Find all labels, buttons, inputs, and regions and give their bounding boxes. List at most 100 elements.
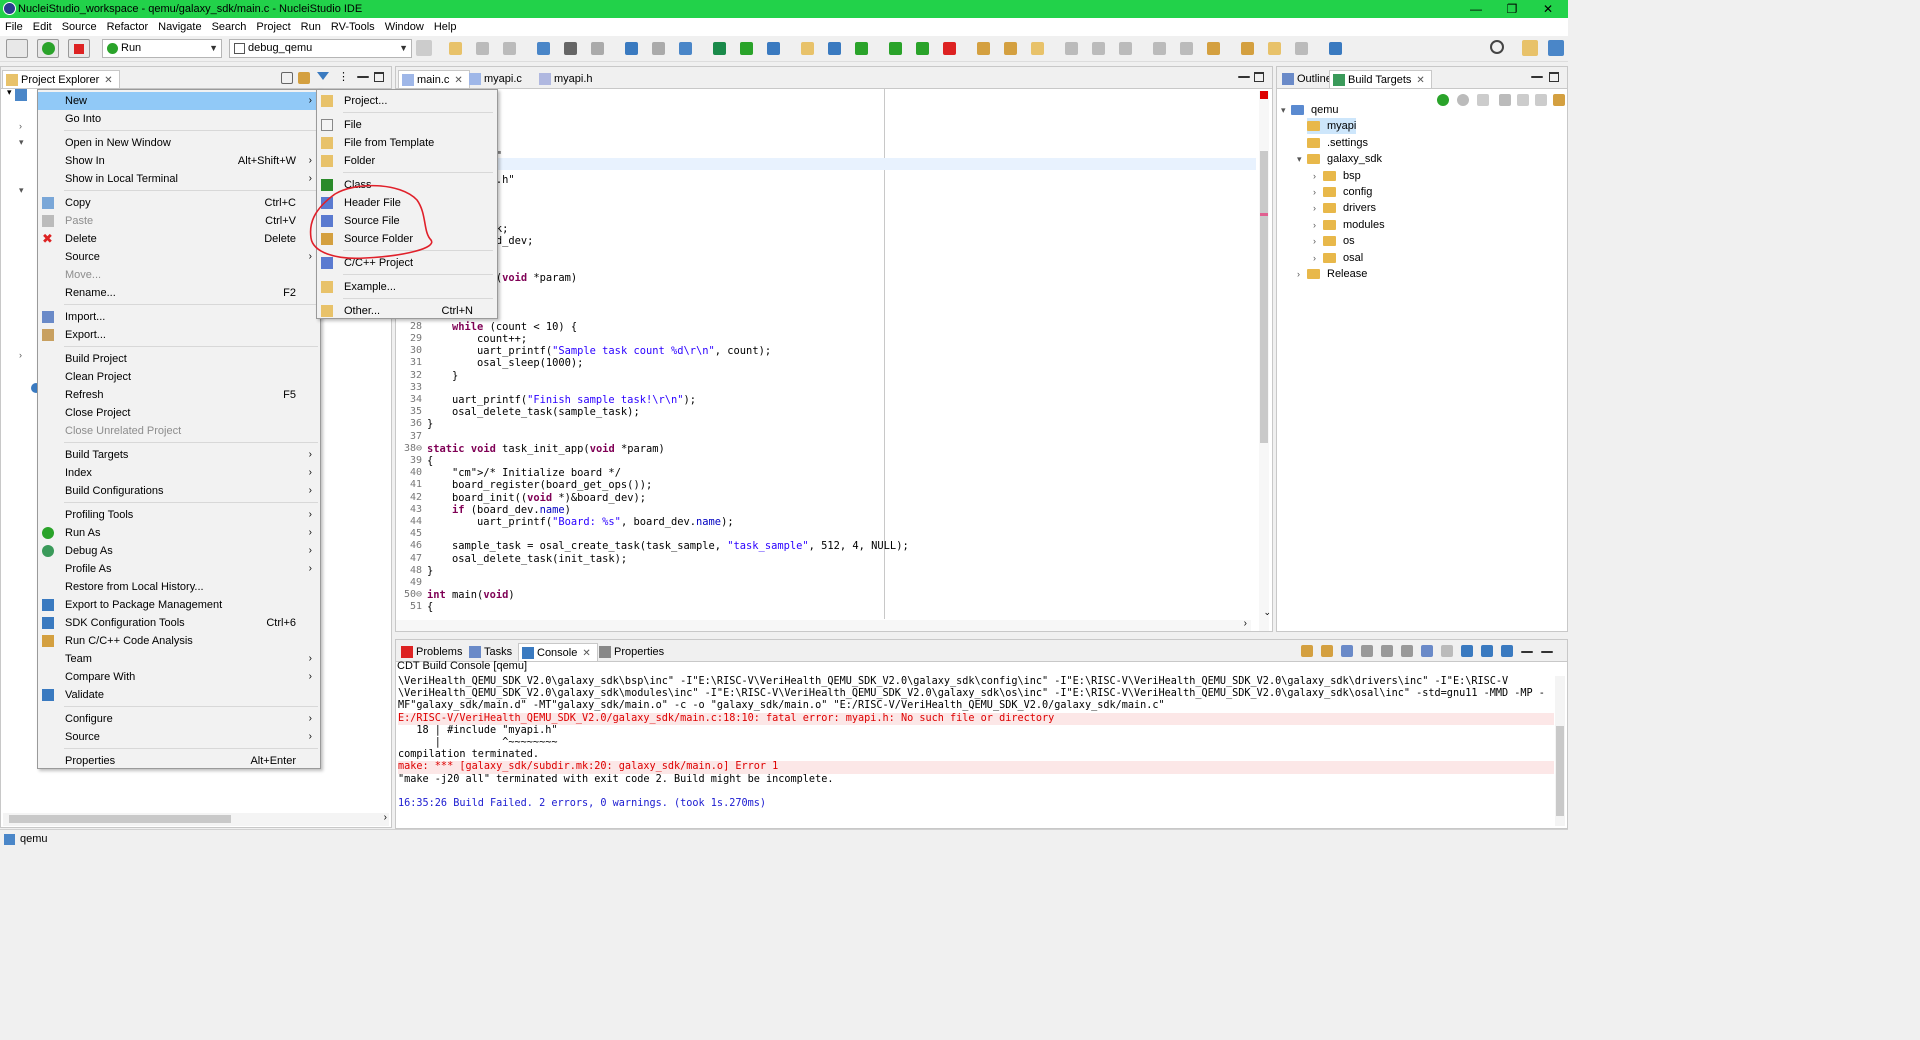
tree-node-qemu[interactable]: ▾ qemu [1281, 102, 1339, 118]
close-icon[interactable]: ✕ [582, 648, 590, 659]
build-target-icon[interactable] [1437, 94, 1449, 106]
tree-expander-icon[interactable]: › [1297, 266, 1300, 282]
tab-outline[interactable]: Outline [1279, 70, 1332, 88]
toolbar-action-icon[interactable] [1295, 42, 1308, 55]
tree-node-bsp[interactable]: › bsp [1313, 168, 1361, 184]
launch-config-select[interactable]: debug_qemu ▼ [229, 39, 412, 58]
toolbar-action-icon[interactable] [1180, 42, 1193, 55]
minimize-button[interactable]: — [1458, 0, 1494, 18]
toolbar-action-icon[interactable] [977, 42, 990, 55]
tree-expander-icon[interactable]: › [1313, 168, 1316, 184]
toolbar-action-icon[interactable] [449, 42, 462, 55]
maximize-view-icon[interactable] [1254, 72, 1264, 82]
menu-item-properties[interactable]: Properties Alt+Enter [38, 752, 320, 770]
maximize-view-icon[interactable] [374, 72, 384, 82]
tree-node-release[interactable]: › Release [1297, 266, 1367, 282]
tree-expander[interactable]: › [19, 121, 22, 131]
build-icon[interactable] [1553, 94, 1565, 106]
filter-icon[interactable] [317, 72, 329, 80]
menu-item-validate[interactable]: Validate [38, 686, 320, 704]
toolbar-action-icon[interactable] [828, 42, 841, 55]
toolbar-action-icon[interactable] [943, 42, 956, 55]
menu-item-new[interactable]: New › [38, 92, 320, 110]
console-action-icon[interactable] [1361, 645, 1373, 657]
toolbar-action-icon[interactable] [916, 42, 929, 55]
restore-button[interactable]: ❐ [1494, 0, 1530, 18]
menu-item-index[interactable]: Index › [38, 464, 320, 482]
toolbar-action-icon[interactable] [564, 42, 577, 55]
menu-item-export[interactable]: Export... [38, 326, 320, 344]
toolbar-action-icon[interactable] [1241, 42, 1254, 55]
menu-project[interactable]: Project [256, 21, 290, 33]
menu-edit[interactable]: Edit [33, 21, 52, 33]
tree-node-osal[interactable]: › osal [1313, 250, 1363, 266]
horizontal-scrollbar[interactable]: › [3, 812, 389, 826]
menu-item-source[interactable]: Source › [38, 248, 320, 266]
menu-item-refresh[interactable]: Refresh F5 [38, 386, 320, 404]
menu-item-copy[interactable]: Copy Ctrl+C [38, 194, 320, 212]
tree-node--settings[interactable]: .settings [1307, 135, 1368, 151]
build-target-icon[interactable] [1457, 94, 1469, 106]
tree-expander[interactable]: ▾ [19, 185, 24, 196]
code-area[interactable]: 8 */dint.h>_conf.h"_init.h"o.h"rt_printf… [396, 89, 1256, 619]
tree-node-drivers[interactable]: › drivers [1313, 200, 1376, 216]
toolbar-action-icon[interactable] [1207, 42, 1220, 55]
tab-project-explorer[interactable]: Project Explorer ✕ [2, 70, 120, 88]
menu-item-build-project[interactable]: Build Project [38, 350, 320, 368]
menu-item-example[interactable]: Example... [317, 278, 497, 296]
menu-item-profile-as[interactable]: Profile As › [38, 560, 320, 578]
console-action-icon[interactable] [1381, 645, 1393, 657]
menu-item-other[interactable]: Other... Ctrl+N [317, 302, 497, 320]
toolbar-action-icon[interactable] [889, 42, 902, 55]
menu-item-build-targets[interactable]: Build Targets › [38, 446, 320, 464]
menu-item-rename[interactable]: Rename... F2 [38, 284, 320, 302]
menu-item-debug-as[interactable]: Debug As › [38, 542, 320, 560]
menu-item-compare-with[interactable]: Compare With › [38, 668, 320, 686]
tree-expander-icon[interactable]: ▾ [1281, 102, 1286, 118]
search-icon[interactable] [1490, 40, 1504, 54]
menu-item-open-in-new-window[interactable]: Open in New Window [38, 134, 320, 152]
toolbar-action-icon[interactable] [679, 42, 692, 55]
close-icon[interactable]: ✕ [104, 75, 112, 86]
menu-item-show-in[interactable]: Show In Alt+Shift+W › [38, 152, 320, 170]
menu-item-team[interactable]: Team › [38, 650, 320, 668]
home-icon[interactable] [1499, 94, 1511, 106]
console-scrollbar[interactable] [1555, 676, 1565, 826]
minimize-view-icon[interactable] [357, 76, 369, 78]
toolbar-action-icon[interactable] [652, 42, 665, 55]
tree-expander-icon[interactable]: ▾ [1297, 151, 1302, 167]
console-action-icon[interactable] [1541, 651, 1553, 653]
menu-rv-tools[interactable]: RV-Tools [331, 21, 375, 33]
menu-item-configure[interactable]: Configure › [38, 710, 320, 728]
tab-myapi-c[interactable]: myapi.c [466, 70, 522, 88]
tab-main-c[interactable]: main.c ✕ [398, 70, 470, 88]
tab-myapi-h[interactable]: myapi.h [536, 70, 593, 88]
tree-node-os[interactable]: › os [1313, 233, 1355, 249]
console-action-icon[interactable] [1461, 645, 1473, 657]
menu-item-run-as[interactable]: Run As › [38, 524, 320, 542]
perspective-icon[interactable] [1522, 40, 1538, 56]
new-target-icon[interactable] [1477, 94, 1489, 106]
forward-icon[interactable] [1535, 94, 1547, 106]
console-action-icon[interactable] [1481, 645, 1493, 657]
tree-node-galaxy-sdk[interactable]: ▾ galaxy_sdk [1297, 151, 1382, 167]
console-action-icon[interactable] [1521, 651, 1533, 653]
maximize-view-icon[interactable] [1549, 72, 1559, 82]
toolbar-action-icon[interactable] [767, 42, 780, 55]
toolbar-action-icon[interactable] [625, 42, 638, 55]
menu-item-folder[interactable]: Folder [317, 152, 497, 170]
tab-build-targets[interactable]: Build Targets ✕ [1329, 70, 1432, 88]
menu-refactor[interactable]: Refactor [107, 21, 149, 33]
menu-item-import[interactable]: Import... [38, 308, 320, 326]
toolbar-action-icon[interactable] [713, 42, 726, 55]
menu-item-clean-project[interactable]: Clean Project [38, 368, 320, 386]
menu-run[interactable]: Run [301, 21, 321, 33]
editor-horizontal-scrollbar[interactable]: › [396, 618, 1251, 631]
console-action-icon[interactable] [1501, 645, 1513, 657]
tree-node-myapi[interactable]: myapi [1307, 118, 1357, 135]
console-action-icon[interactable] [1301, 645, 1313, 657]
menu-help[interactable]: Help [434, 21, 457, 33]
console-action-icon[interactable] [1401, 645, 1413, 657]
close-icon[interactable]: ✕ [454, 75, 462, 86]
tree-expander[interactable]: › [19, 350, 22, 360]
